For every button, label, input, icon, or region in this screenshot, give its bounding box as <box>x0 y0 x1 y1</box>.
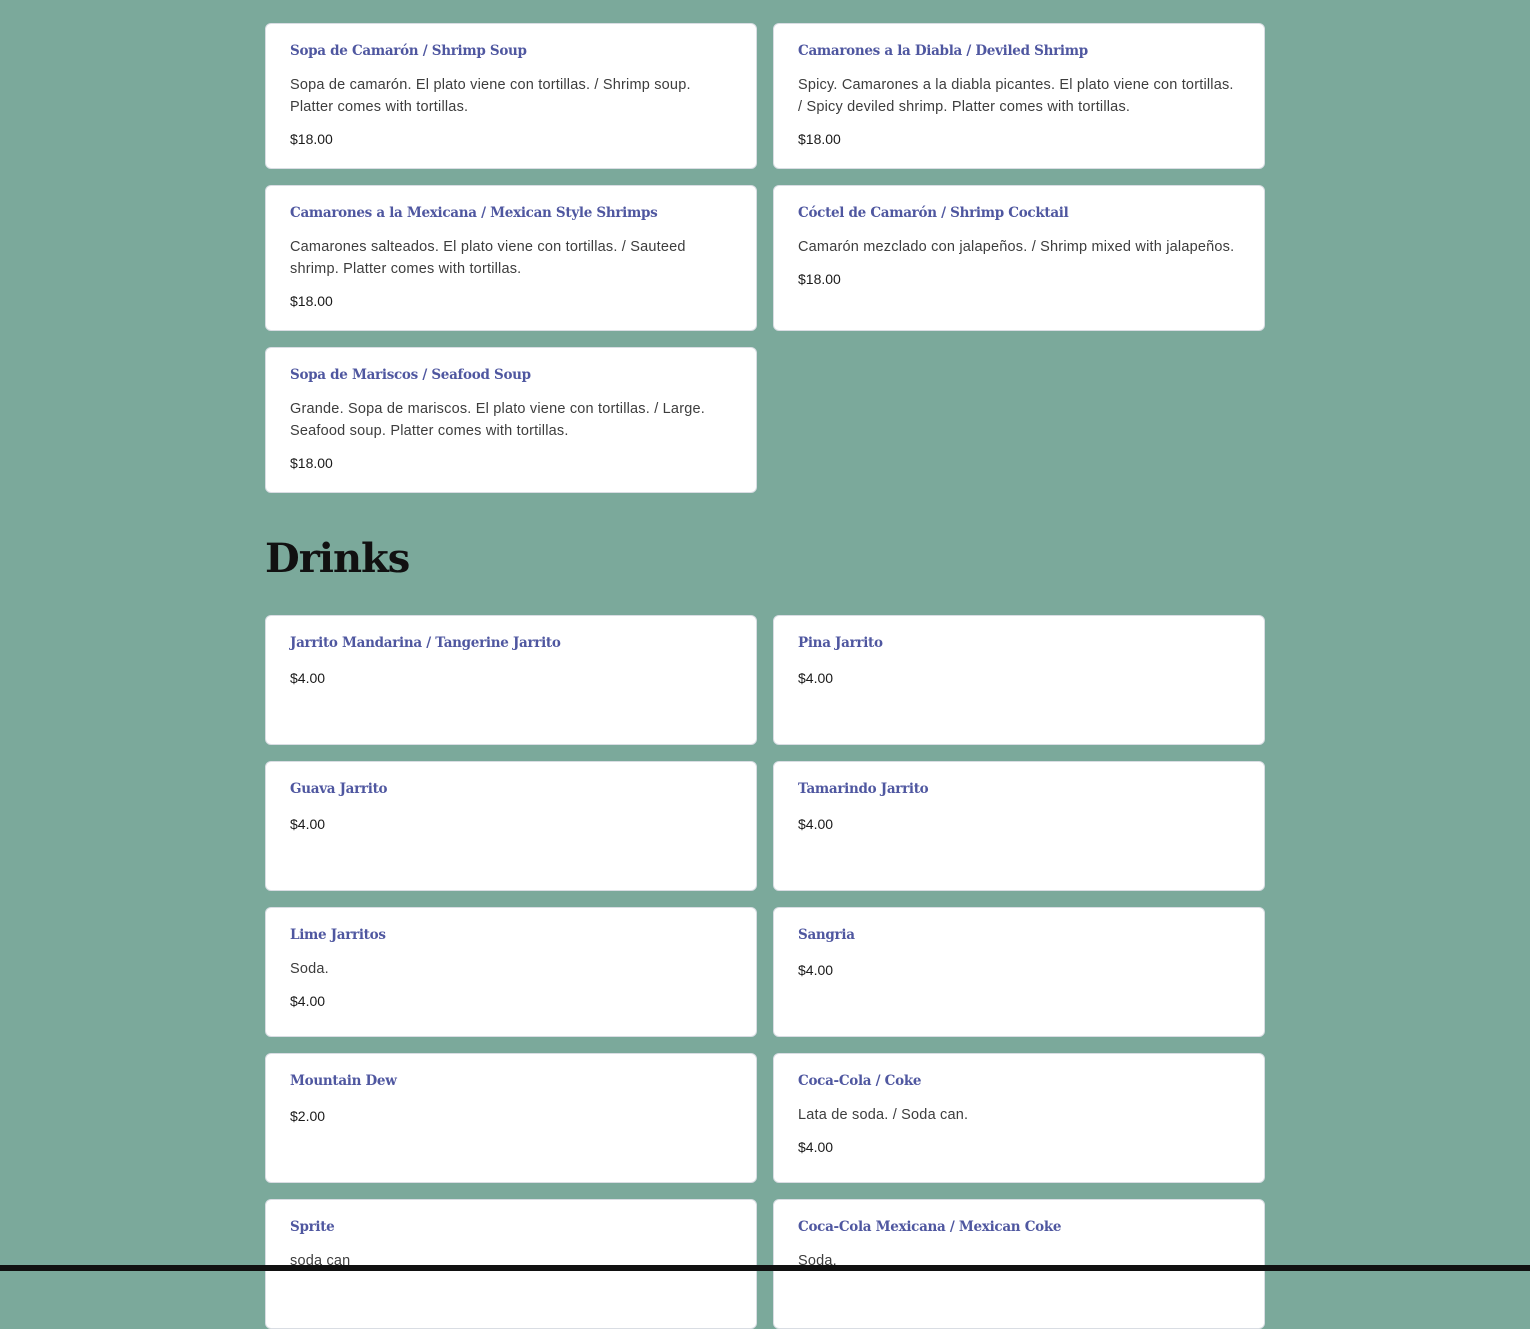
item-price: $4.00 <box>798 816 834 832</box>
item-price: $18.00 <box>798 271 841 287</box>
item-price: $4.00 <box>798 1139 834 1155</box>
item-price: $4.00 <box>798 962 834 978</box>
menu-item-card[interactable]: Guava Jarrito $4.00 <box>265 761 757 891</box>
menu-item-card[interactable]: Sangria $4.00 <box>773 907 1265 1037</box>
item-price: $4.00 <box>290 670 326 686</box>
item-price: $2.00 <box>290 1108 326 1124</box>
item-price: $4.00 <box>290 993 326 1009</box>
seafood-grid: Sopa de Camarón / Shrimp Soup Sopa de ca… <box>265 23 1265 493</box>
menu-item-card[interactable]: Jarrito Mandarina / Tangerine Jarrito $4… <box>265 615 757 745</box>
menu-content: Sopa de Camarón / Shrimp Soup Sopa de ca… <box>265 23 1265 1329</box>
menu-item-card[interactable]: Tamarindo Jarrito $4.00 <box>773 761 1265 891</box>
item-price: $4.00 <box>798 670 834 686</box>
menu-item-card[interactable]: Cóctel de Camarón / Shrimp Cocktail Cama… <box>773 185 1265 331</box>
item-title: Cóctel de Camarón / Shrimp Cocktail <box>798 205 1069 221</box>
section-heading-drinks: Drinks <box>265 535 410 582</box>
item-price: $18.00 <box>798 131 841 147</box>
item-title: Coca-Cola / Coke <box>798 1073 922 1089</box>
menu-item-card[interactable]: Sopa de Camarón / Shrimp Soup Sopa de ca… <box>265 23 757 169</box>
menu-item-card[interactable]: Lime Jarritos Soda. $4.00 <box>265 907 757 1037</box>
menu-item-card[interactable]: Mountain Dew $2.00 <box>265 1053 757 1183</box>
menu-item-card[interactable]: Camarones a la Mexicana / Mexican Style … <box>265 185 757 331</box>
item-title: Camarones a la Mexicana / Mexican Style … <box>290 205 658 221</box>
menu-item-card[interactable]: Camarones a la Diabla / Deviled Shrimp S… <box>773 23 1265 169</box>
bottom-edge-bar <box>0 1265 1530 1271</box>
menu-item-card[interactable]: Pina Jarrito $4.00 <box>773 615 1265 745</box>
item-description: Soda. <box>290 961 329 977</box>
item-title: Jarrito Mandarina / Tangerine Jarrito <box>290 635 561 651</box>
item-title: Guava Jarrito <box>290 781 388 797</box>
item-title: Coca-Cola Mexicana / Mexican Coke <box>798 1219 1062 1235</box>
item-description: Camarones salteados. El plato viene con … <box>290 239 686 277</box>
item-title: Sopa de Camarón / Shrimp Soup <box>290 43 527 59</box>
menu-item-card[interactable]: Coca-Cola Mexicana / Mexican Coke Soda. <box>773 1199 1265 1329</box>
item-description: Camarón mezclado con jalapeños. / Shrimp… <box>798 239 1235 255</box>
menu-item-card[interactable]: Sopa de Mariscos / Seafood Soup Grande. … <box>265 347 757 493</box>
item-description: Sopa de camarón. El plato viene con tort… <box>290 77 691 115</box>
item-description: Lata de soda. / Soda can. <box>798 1107 969 1123</box>
item-price: $18.00 <box>290 131 333 147</box>
menu-item-card[interactable]: Coca-Cola / Coke Lata de soda. / Soda ca… <box>773 1053 1265 1183</box>
item-title: Sprite <box>290 1219 335 1235</box>
item-title: Camarones a la Diabla / Deviled Shrimp <box>798 43 1088 59</box>
item-title: Sangria <box>798 927 855 943</box>
item-title: Lime Jarritos <box>290 927 386 943</box>
item-description: Spicy. Camarones a la diabla picantes. E… <box>798 77 1234 115</box>
item-description: Grande. Sopa de mariscos. El plato viene… <box>290 401 705 439</box>
item-price: $18.00 <box>290 455 333 471</box>
item-title: Pina Jarrito <box>798 635 883 651</box>
item-title: Mountain Dew <box>290 1073 397 1089</box>
item-price: $4.00 <box>290 816 326 832</box>
drinks-grid: Jarrito Mandarina / Tangerine Jarrito $4… <box>265 615 1265 1329</box>
item-price: $18.00 <box>290 293 333 309</box>
menu-item-card[interactable]: Sprite soda can <box>265 1199 757 1329</box>
item-title: Tamarindo Jarrito <box>798 781 929 797</box>
item-title: Sopa de Mariscos / Seafood Soup <box>290 367 531 383</box>
